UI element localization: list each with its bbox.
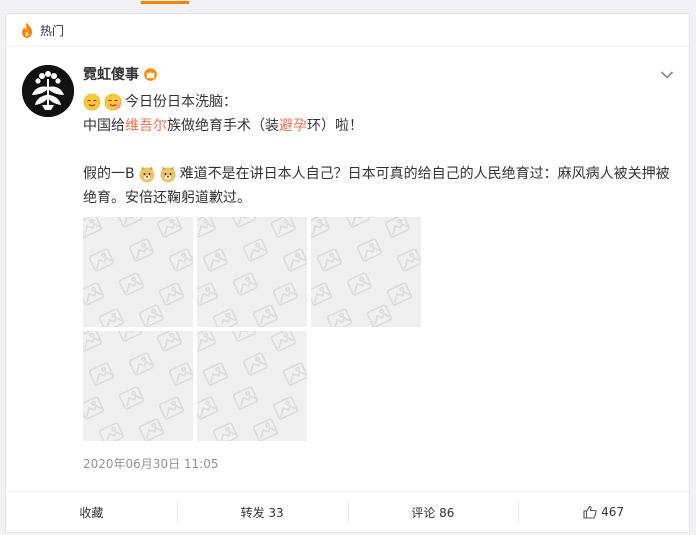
post-text: 今日份日本洗脑： 中国给 维吾尔 族做绝育手术（装 避孕 环）啦！ 假的一B 难… xyxy=(83,90,678,210)
hashtag-link[interactable]: 避孕 xyxy=(279,114,307,138)
post-timestamp[interactable]: 2020年06月30日 11:05 xyxy=(83,455,218,472)
action-bar: 收藏 转发 33 评论 86 467 xyxy=(6,491,689,532)
repost-label: 转发 33 xyxy=(240,505,284,520)
text-line-1: 今日份日本洗脑： xyxy=(83,90,678,114)
text-line-2: 中国给 维吾尔 族做绝育手术（装 避孕 环）啦！ xyxy=(83,114,678,138)
text-segment: 环）啦！ xyxy=(307,118,363,134)
image-placeholder-icon xyxy=(197,331,307,441)
post-card: 热门 霓虹傻事 今日份日本洗脑： 中国给 维吾尔 族做绝育手术（装 避孕 环）啦… xyxy=(5,13,690,533)
top-strip xyxy=(0,0,696,8)
hot-header: 热门 xyxy=(6,14,689,47)
like-count: 467 xyxy=(601,505,625,519)
text-segment: 族做绝育手术（装 xyxy=(167,118,279,134)
repost-button[interactable]: 转发 33 xyxy=(176,492,348,532)
username[interactable]: 霓虹傻事 xyxy=(83,64,139,84)
doge-icon xyxy=(159,165,177,183)
text-line-1-content: 今日份日本洗脑： xyxy=(125,94,237,110)
image-thumbnail[interactable] xyxy=(311,217,421,327)
avatar[interactable] xyxy=(22,65,74,117)
image-placeholder-icon xyxy=(83,217,193,327)
crown-icon[interactable] xyxy=(143,67,158,81)
chevron-down-icon[interactable] xyxy=(659,67,675,83)
image-placeholder-icon xyxy=(197,217,307,327)
text-line-3: 假的一B 难道不是在讲日本人自己？日本可真的给自己的人民绝育过：麻风病人被关押被… xyxy=(83,162,678,210)
favorite-label: 收藏 xyxy=(79,505,104,520)
comment-button[interactable]: 评论 86 xyxy=(347,492,519,532)
like-icon xyxy=(583,505,597,519)
image-grid xyxy=(83,217,421,441)
image-placeholder-icon xyxy=(83,331,193,441)
image-placeholder-icon xyxy=(311,217,421,327)
text-segment: 假的一B xyxy=(83,166,135,182)
active-tab-indicator xyxy=(141,1,189,4)
text-segment: 中国给 xyxy=(83,118,125,134)
image-thumbnail[interactable] xyxy=(83,331,193,441)
favorite-button[interactable]: 收藏 xyxy=(6,492,177,532)
like-button[interactable]: 467 xyxy=(518,492,689,532)
emoji-icon xyxy=(104,93,122,111)
emoji-icon xyxy=(83,93,101,111)
hot-label: 热门 xyxy=(40,23,65,38)
hot-icon xyxy=(18,21,36,39)
image-thumbnail[interactable] xyxy=(197,331,307,441)
image-thumbnail[interactable] xyxy=(83,217,193,327)
doge-icon xyxy=(138,165,156,183)
hashtag-link[interactable]: 维吾尔 xyxy=(125,114,167,138)
username-row: 霓虹傻事 xyxy=(83,65,158,83)
image-thumbnail[interactable] xyxy=(197,217,307,327)
comment-label: 评论 86 xyxy=(411,505,455,520)
